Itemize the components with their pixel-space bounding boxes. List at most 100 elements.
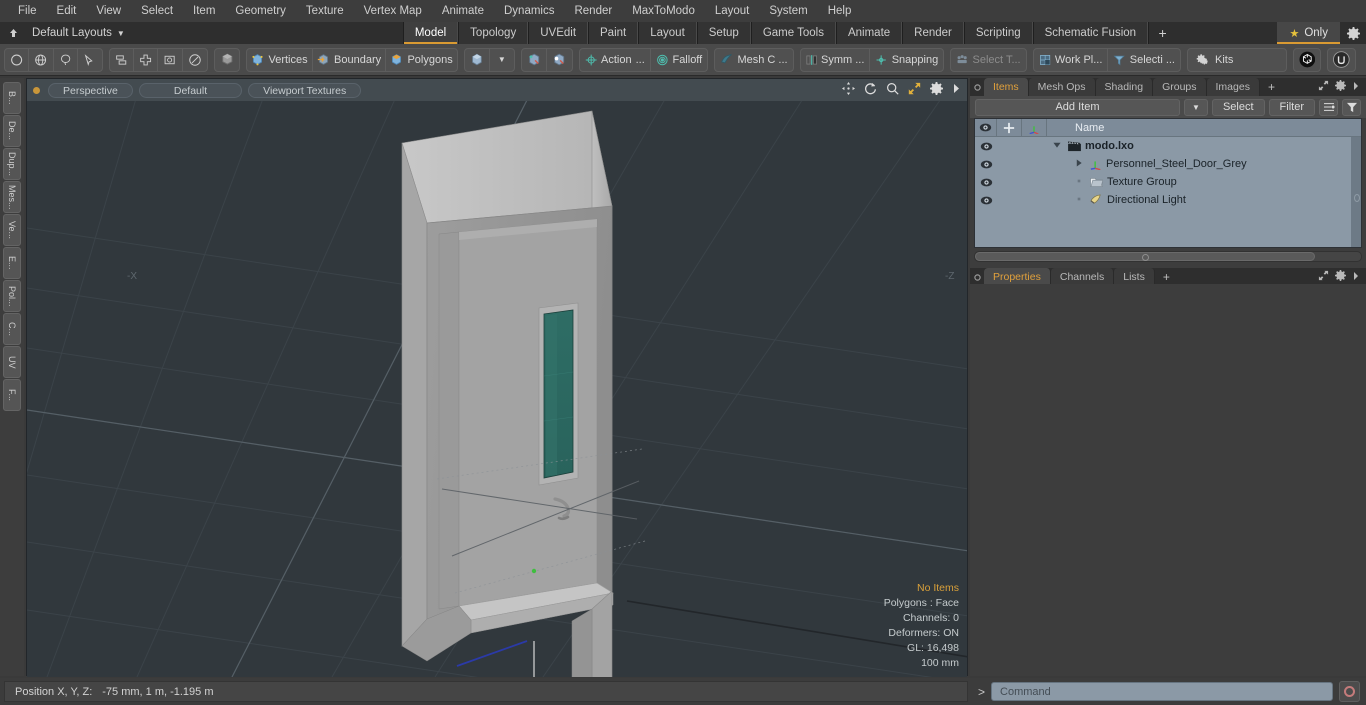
kits-button[interactable]: Kits (1188, 49, 1286, 71)
rotate-icon[interactable] (864, 82, 877, 98)
menu-item-geometry[interactable]: Geometry (225, 0, 296, 22)
only-toggle-button[interactable]: ★ Only (1277, 22, 1340, 44)
mesh-paint-icon[interactable] (547, 49, 571, 71)
items-filter-funnel-icon[interactable] (1342, 98, 1361, 116)
properties-panel-gear-icon[interactable] (1335, 270, 1346, 284)
viewport-display-mode-button[interactable]: Viewport Textures (248, 82, 362, 98)
items-row-name-cell[interactable]: Personnel_Steel_Door_Grey (1047, 158, 1361, 170)
layout-tab-paint[interactable]: Paint (588, 22, 639, 44)
viewport-canvas[interactable]: -X -Z No Items Polygons: Face Channels:… (27, 101, 967, 677)
properties-panel-menu-arrow-icon[interactable] (1352, 271, 1360, 284)
globe-icon[interactable] (29, 48, 54, 71)
items-list-options-icon[interactable] (1319, 98, 1338, 116)
viewport-menu-dot-icon[interactable] (33, 86, 40, 94)
snapping-button[interactable]: Snapping (870, 49, 943, 71)
add-item-dropdown[interactable]: ▼ (1183, 98, 1208, 116)
fit-icon[interactable] (908, 82, 921, 98)
items-list-vertical-scrollbar[interactable] (1351, 137, 1361, 247)
items-list-row[interactable]: Directional Light (975, 191, 1361, 209)
action-center-button[interactable]: Action ... (580, 48, 651, 71)
left-tool-tab-5[interactable]: E... (3, 247, 21, 279)
layout-tab-animate[interactable]: Animate (835, 22, 903, 44)
items-filter-button[interactable]: Filter (1268, 98, 1315, 116)
lasso-icon[interactable] (54, 48, 78, 71)
items-tab-items[interactable]: Items (984, 78, 1029, 96)
zoom-icon[interactable] (886, 82, 899, 98)
menu-item-help[interactable]: Help (818, 0, 862, 22)
viewport-menu-arrow-icon[interactable] (952, 83, 961, 97)
items-panel-menu-dot-icon[interactable] (970, 78, 984, 96)
mesh-edit-icon[interactable] (522, 48, 548, 71)
menu-item-view[interactable]: View (86, 0, 131, 22)
items-list-horizontal-scrollbar[interactable] (974, 251, 1362, 262)
menu-item-item[interactable]: Item (183, 0, 225, 22)
scrollbar-thumb[interactable] (975, 252, 1315, 261)
items-tab-mesh-ops[interactable]: Mesh Ops (1028, 78, 1096, 96)
menu-item-select[interactable]: Select (131, 0, 183, 22)
layout-tab-render[interactable]: Render (902, 22, 964, 44)
items-tab-images[interactable]: Images (1206, 78, 1260, 96)
items-panel-menu-arrow-icon[interactable] (1352, 81, 1360, 94)
visibility-eye-icon[interactable] (975, 196, 997, 205)
left-tool-tab-6[interactable]: Pol... (3, 280, 21, 312)
work-plane-button[interactable]: Work Pl... (1034, 48, 1109, 71)
items-list-row[interactable]: Texture Group (975, 173, 1361, 191)
left-tool-tab-8[interactable]: UV (3, 346, 21, 378)
left-tool-tab-2[interactable]: Dup... (3, 148, 21, 180)
items-list-row[interactable]: Personnel_Steel_Door_Grey (975, 155, 1361, 173)
layout-tab-model[interactable]: Model (402, 22, 459, 44)
layout-tab-scripting[interactable]: Scripting (963, 22, 1033, 44)
disclosure-triangle-closed-icon[interactable] (1075, 158, 1083, 170)
falloff-button[interactable]: Falloff (651, 49, 707, 71)
viewport-view-mode-button[interactable]: Perspective (48, 82, 133, 98)
item-type-dropdown[interactable]: ▼ (490, 49, 514, 71)
layout-tab-setup[interactable]: Setup (696, 22, 751, 44)
record-icon[interactable] (1339, 681, 1360, 702)
paint-select-icon[interactable] (78, 49, 102, 71)
items-panel-gear-icon[interactable] (1335, 80, 1346, 94)
menu-item-texture[interactable]: Texture (296, 0, 354, 22)
symmetry-button[interactable]: Symm ... (801, 48, 871, 71)
pan-icon[interactable] (842, 82, 855, 98)
item-mode-button[interactable] (213, 47, 241, 72)
items-row-name-cell[interactable]: Directional Light (1047, 194, 1361, 206)
items-row-name-cell[interactable]: modo.lxo (1047, 140, 1361, 152)
visibility-eye-icon[interactable] (975, 178, 997, 187)
layout-tab-schematic-fusion[interactable]: Schematic Fusion (1032, 22, 1149, 44)
items-row-name-cell[interactable]: Texture Group (1047, 176, 1361, 188)
items-list[interactable]: Name modo.lxo Personnel_Steel_Door_Grey Te… (974, 118, 1362, 248)
items-tab-shading[interactable]: Shading (1095, 78, 1154, 96)
left-tool-tab-3[interactable]: Mes... (3, 181, 21, 213)
select-vertices-button[interactable]: Vertices (247, 48, 313, 71)
default-layouts-selector[interactable]: Default Layouts ▼ (26, 22, 135, 44)
menu-item-system[interactable]: System (759, 0, 817, 22)
mesh-constraint-button[interactable]: Mesh C ... (715, 49, 792, 71)
items-select-button[interactable]: Select (1211, 98, 1265, 116)
viewport-gear-icon[interactable] (930, 82, 943, 98)
command-input[interactable]: Command (991, 682, 1333, 701)
disclosure-triangle-open-icon[interactable] (1053, 140, 1061, 152)
select-through-button[interactable]: Select T... (951, 49, 1025, 71)
menu-item-layout[interactable]: Layout (705, 0, 760, 22)
home-layout-button[interactable] (0, 22, 26, 44)
item-type-button[interactable] (465, 48, 490, 71)
add-layout-tab-button[interactable]: + (1148, 22, 1176, 44)
layout-tab-uvedit[interactable]: UVEdit (528, 22, 589, 44)
left-tool-tab-1[interactable]: De... (3, 115, 21, 147)
menu-item-file[interactable]: File (8, 0, 47, 22)
unity-export-icon[interactable] (1292, 47, 1322, 72)
viewport-shading-preset-button[interactable]: Default (138, 82, 243, 98)
circle-icon[interactable] (5, 48, 30, 71)
items-add-tab-button[interactable]: + (1260, 78, 1283, 96)
menu-item-dynamics[interactable]: Dynamics (494, 0, 564, 22)
menu-item-render[interactable]: Render (564, 0, 622, 22)
left-tool-tab-4[interactable]: Ve... (3, 214, 21, 246)
visibility-eye-icon[interactable] (975, 160, 997, 169)
expand-panel-icon[interactable] (1318, 270, 1329, 284)
layout-tab-topology[interactable]: Topology (458, 22, 529, 44)
select-polygons-button[interactable]: Polygons (386, 49, 457, 71)
menu-item-maxtomodo[interactable]: MaxToModo (622, 0, 705, 22)
add-item-button[interactable]: Add Item (975, 98, 1180, 116)
center-icon[interactable] (134, 48, 159, 71)
items-tab-groups[interactable]: Groups (1153, 78, 1207, 96)
